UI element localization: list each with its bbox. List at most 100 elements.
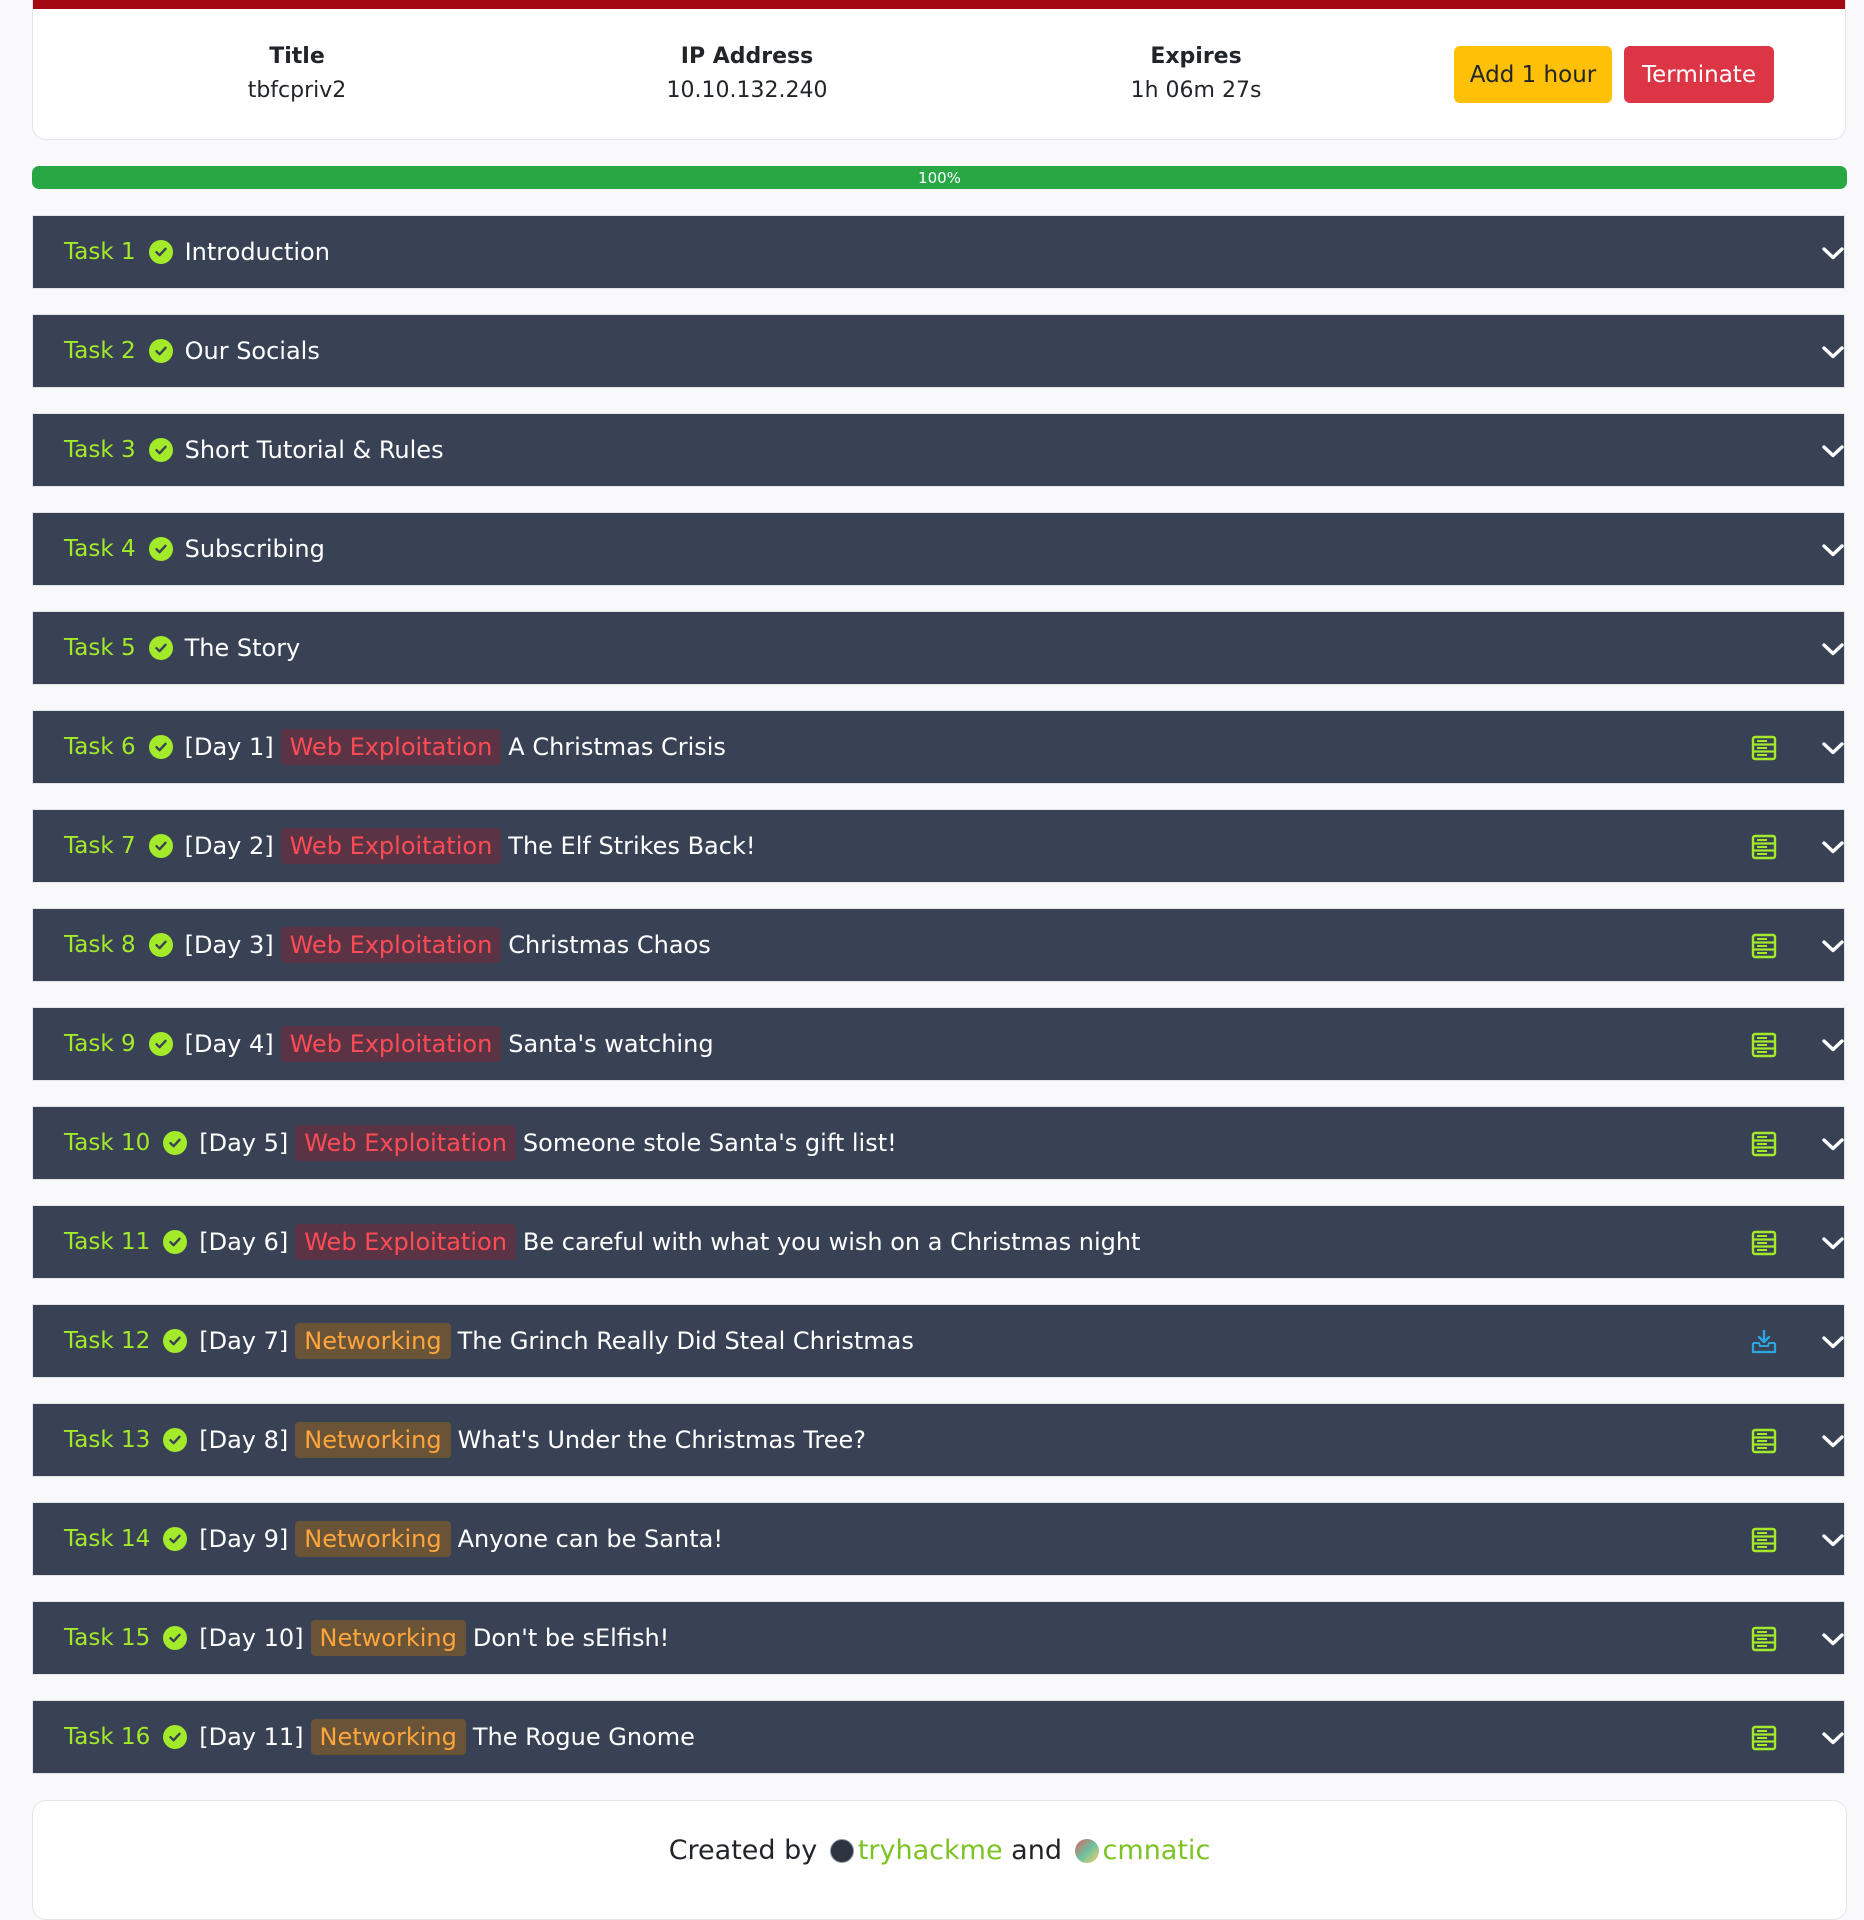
- chevron-down-icon[interactable]: [1818, 238, 1848, 268]
- task-title: Santa's watching: [508, 1030, 714, 1058]
- task-title: The Elf Strikes Back!: [508, 832, 756, 860]
- check-circle-icon: [148, 933, 173, 957]
- chevron-down-icon[interactable]: [1818, 1228, 1848, 1258]
- cmnatic-avatar: [1074, 1839, 1099, 1863]
- check-circle-icon: [163, 1131, 188, 1155]
- server-icon[interactable]: [1750, 1428, 1778, 1454]
- task-day: [Day 8]: [199, 1426, 289, 1454]
- task-row[interactable]: Task 15 [Day 10] Networking Don't be sElfis…: [32, 1601, 1845, 1675]
- chevron-down-icon[interactable]: [1818, 1030, 1848, 1060]
- machine-expires-label: Expires: [1150, 44, 1242, 69]
- server-icon[interactable]: [1750, 1032, 1778, 1058]
- task-row[interactable]: Task 3 Short Tutorial & Rules: [32, 413, 1845, 487]
- task-category-tag: Networking: [310, 1719, 466, 1755]
- task-number: Task 10: [64, 1130, 151, 1156]
- task-number: Task 6: [64, 734, 136, 760]
- server-icon[interactable]: [1750, 834, 1778, 860]
- task-category-tag: Networking: [310, 1620, 466, 1656]
- server-icon[interactable]: [1750, 933, 1778, 959]
- chevron-down-icon[interactable]: [1818, 1624, 1848, 1654]
- server-icon[interactable]: [1750, 1527, 1778, 1553]
- check-circle-icon: [148, 438, 173, 462]
- chevron-down-icon[interactable]: [1818, 733, 1848, 763]
- chevron-down-icon[interactable]: [1818, 337, 1848, 367]
- task-row[interactable]: Task 14 [Day 9] Networking Anyone can be Sa…: [32, 1502, 1845, 1576]
- chevron-down-icon[interactable]: [1818, 1426, 1848, 1456]
- server-icon[interactable]: [1750, 735, 1778, 761]
- task-row[interactable]: Task 5 The Story: [32, 611, 1845, 685]
- tryhackme-avatar: [829, 1839, 854, 1863]
- task-number: Task 16: [64, 1724, 151, 1750]
- task-row[interactable]: Task 11 [Day 6] Web Exploitation Be careful…: [32, 1205, 1845, 1279]
- server-icon[interactable]: [1750, 1230, 1778, 1256]
- machine-ip-info: IP Address 10.10.132.240: [597, 40, 897, 108]
- chevron-down-icon[interactable]: [1818, 634, 1848, 664]
- chevron-down-icon[interactable]: [1818, 535, 1848, 565]
- terminate-button[interactable]: Terminate: [1624, 46, 1774, 103]
- task-title: Someone stole Santa's gift list!: [522, 1129, 897, 1157]
- task-category-tag: Web Exploitation: [280, 1026, 502, 1062]
- check-circle-icon: [148, 240, 173, 264]
- task-day: [Day 11]: [199, 1723, 304, 1751]
- server-icon[interactable]: [1750, 1131, 1778, 1157]
- task-title: Subscribing: [184, 535, 325, 563]
- task-title: Our Socials: [184, 337, 320, 365]
- server-icon[interactable]: [1750, 1725, 1778, 1751]
- and-text: and: [1011, 1835, 1062, 1866]
- machine-title-label: Title: [269, 44, 325, 69]
- chevron-down-icon[interactable]: [1818, 832, 1848, 862]
- chevron-down-icon[interactable]: [1818, 931, 1848, 961]
- machine-status-bar: [33, 0, 1845, 9]
- chevron-down-icon[interactable]: [1818, 1723, 1848, 1753]
- machine-ip-label: IP Address: [680, 44, 814, 69]
- task-row[interactable]: Task 10 [Day 5] Web Exploitation Someone st…: [32, 1106, 1845, 1180]
- check-circle-icon: [148, 537, 173, 561]
- author-link-tryhackme[interactable]: tryhackme: [858, 1835, 1003, 1866]
- task-row[interactable]: Task 2 Our Socials: [32, 314, 1845, 388]
- task-day: [Day 7]: [199, 1327, 289, 1355]
- check-circle-icon: [163, 1428, 188, 1452]
- task-row[interactable]: Task 6 [Day 1] Web Exploitation A Christmas…: [32, 710, 1845, 784]
- task-category-tag: Web Exploitation: [280, 729, 502, 765]
- task-day: [Day 3]: [184, 931, 274, 959]
- task-row[interactable]: Task 12 [Day 7] Networking The Grinch Reall…: [32, 1304, 1845, 1378]
- check-circle-icon: [148, 735, 173, 759]
- download-icon[interactable]: [1750, 1329, 1778, 1355]
- task-title: Be careful with what you wish on a Chris…: [522, 1228, 1141, 1256]
- progress-bar: 100%: [32, 166, 1847, 189]
- task-category-tag: Networking: [295, 1521, 451, 1557]
- task-title: The Rogue Gnome: [472, 1723, 695, 1751]
- task-day: [Day 6]: [199, 1228, 289, 1256]
- server-icon[interactable]: [1750, 1626, 1778, 1652]
- task-row[interactable]: Task 4 Subscribing: [32, 512, 1845, 586]
- machine-ip-value: 10.10.132.240: [666, 78, 828, 103]
- check-circle-icon: [148, 339, 173, 363]
- task-day: [Day 4]: [184, 1030, 274, 1058]
- task-day: [Day 1]: [184, 733, 274, 761]
- task-title: The Story: [184, 634, 301, 662]
- task-row[interactable]: Task 8 [Day 3] Web Exploitation Christmas C…: [32, 908, 1845, 982]
- check-circle-icon: [163, 1230, 188, 1254]
- chevron-down-icon[interactable]: [1818, 1525, 1848, 1555]
- task-title: Don't be sElfish!: [472, 1624, 670, 1652]
- check-circle-icon: [163, 1329, 188, 1353]
- add-hour-button[interactable]: Add 1 hour: [1454, 46, 1612, 103]
- author-link-cmnatic[interactable]: cmnatic: [1103, 1835, 1211, 1866]
- task-title: Christmas Chaos: [508, 931, 711, 959]
- task-category-tag: Web Exploitation: [280, 927, 502, 963]
- task-number: Task 8: [64, 932, 136, 958]
- task-number: Task 13: [64, 1427, 151, 1453]
- task-title: Short Tutorial & Rules: [184, 436, 444, 464]
- task-day: [Day 2]: [184, 832, 274, 860]
- check-circle-icon: [148, 636, 173, 660]
- chevron-down-icon[interactable]: [1818, 1327, 1848, 1357]
- task-number: Task 12: [64, 1328, 151, 1354]
- task-row[interactable]: Task 13 [Day 8] Networking What's Under the…: [32, 1403, 1845, 1477]
- task-row[interactable]: Task 16 [Day 11] Networking The Rogue Gnome: [32, 1700, 1845, 1774]
- task-row[interactable]: Task 9 [Day 4] Web Exploitation Santa's wat…: [32, 1007, 1845, 1081]
- task-row[interactable]: Task 7 [Day 2] Web Exploitation The Elf Str…: [32, 809, 1845, 883]
- task-number: Task 4: [64, 536, 136, 562]
- task-row[interactable]: Task 1 Introduction: [32, 215, 1845, 289]
- chevron-down-icon[interactable]: [1818, 436, 1848, 466]
- chevron-down-icon[interactable]: [1818, 1129, 1848, 1159]
